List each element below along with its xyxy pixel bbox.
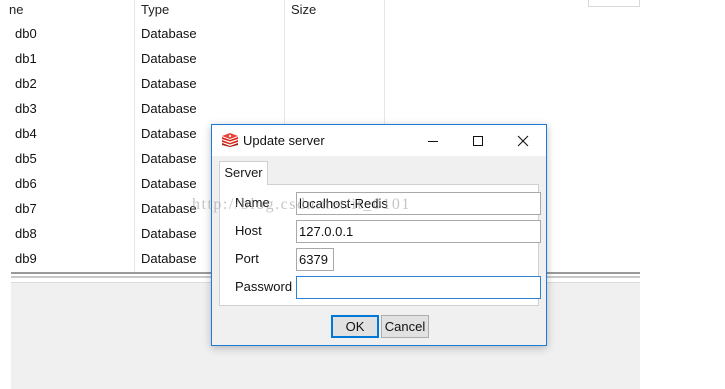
close-button[interactable] bbox=[501, 125, 546, 156]
port-field[interactable] bbox=[296, 248, 334, 271]
list-item[interactable]: db0 Database bbox=[0, 21, 400, 46]
minimize-button[interactable] bbox=[411, 125, 456, 156]
item-type: Database bbox=[141, 151, 197, 166]
item-name: db0 bbox=[15, 26, 37, 41]
item-type: Database bbox=[141, 201, 197, 216]
item-type: Database bbox=[141, 176, 197, 191]
item-name: db5 bbox=[15, 151, 37, 166]
name-field[interactable] bbox=[296, 192, 541, 215]
item-name: db7 bbox=[15, 201, 37, 216]
close-icon bbox=[517, 135, 529, 147]
item-name: db9 bbox=[15, 251, 37, 266]
maximize-icon bbox=[473, 136, 483, 146]
column-header-size[interactable]: Size bbox=[291, 2, 316, 17]
port-label: Port bbox=[235, 251, 259, 266]
item-name: db3 bbox=[15, 101, 37, 116]
item-type: Database bbox=[141, 26, 197, 41]
password-label: Password bbox=[235, 279, 293, 294]
update-server-dialog: Update server Server Name Host Port Pass… bbox=[211, 124, 547, 346]
password-field[interactable] bbox=[296, 276, 541, 299]
list-item[interactable]: db1 Database bbox=[0, 46, 400, 71]
item-name: db8 bbox=[15, 226, 37, 241]
list-item[interactable]: db3 Database bbox=[0, 96, 400, 121]
item-name: db4 bbox=[15, 126, 37, 141]
ok-button[interactable]: OK bbox=[331, 315, 379, 338]
host-field[interactable] bbox=[296, 220, 541, 243]
column-header-type[interactable]: Type bbox=[141, 2, 169, 17]
item-type: Database bbox=[141, 126, 197, 141]
maximize-button[interactable] bbox=[456, 125, 501, 156]
item-type: Database bbox=[141, 251, 197, 266]
tab-server[interactable]: Server bbox=[219, 161, 268, 185]
item-name: db2 bbox=[15, 76, 37, 91]
item-type: Database bbox=[141, 51, 197, 66]
cancel-button[interactable]: Cancel bbox=[381, 315, 429, 338]
item-type: Database bbox=[141, 226, 197, 241]
server-tab-panel: Name Host Port Password bbox=[219, 184, 541, 306]
item-type: Database bbox=[141, 101, 197, 116]
host-label: Host bbox=[235, 223, 262, 238]
list-item[interactable]: db2 Database bbox=[0, 71, 400, 96]
dialog-title: Update server bbox=[243, 133, 325, 148]
toolbar-button-fragment[interactable] bbox=[588, 0, 640, 7]
item-name: db1 bbox=[15, 51, 37, 66]
minimize-icon bbox=[428, 141, 438, 142]
name-label: Name bbox=[235, 195, 270, 210]
item-type: Database bbox=[141, 76, 197, 91]
column-header-name[interactable]: ne bbox=[9, 2, 23, 17]
redis-icon bbox=[221, 133, 239, 147]
dialog-titlebar[interactable]: Update server bbox=[212, 125, 546, 156]
item-name: db6 bbox=[15, 176, 37, 191]
